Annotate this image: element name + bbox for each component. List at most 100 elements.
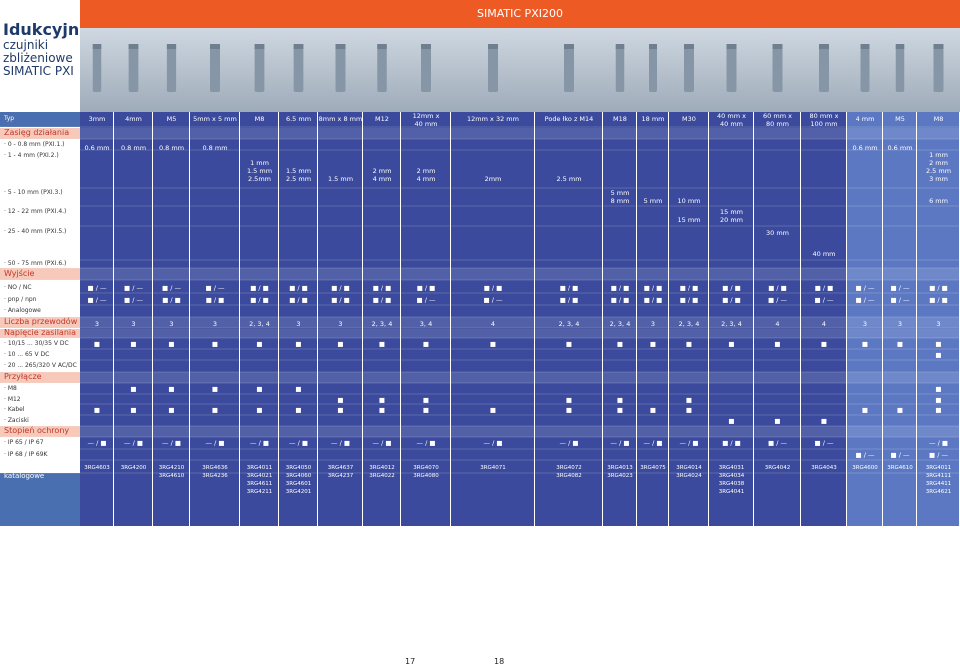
ip-mark: — / ■ (929, 439, 948, 447)
row-label-m8: · M8 (4, 385, 17, 392)
wire-count: 2, 3, 4 (679, 320, 700, 328)
row-label-stopien: Stopień ochrony (4, 426, 70, 435)
output-nonc: ■ / — (206, 284, 225, 292)
catalog-code: 3RG4610 (159, 473, 185, 479)
page-number-left: 17 (405, 657, 416, 666)
row-label-zasieg: Zasięg działania (4, 128, 70, 137)
row-label-przylacze: Przyłącze (4, 372, 42, 381)
catalog-code: 3RG4080 (413, 473, 439, 479)
connection-mark: ■ (897, 406, 903, 414)
range-value: 1.5 mm (247, 167, 272, 175)
catalog-code: 3RG4211 (247, 489, 273, 495)
output-nonc: ■ / ■ (484, 284, 503, 292)
wire-count: 3, 4 (420, 320, 432, 328)
output-pnp: ■ / — (815, 296, 834, 304)
catalog-code: 3RG4031 (719, 465, 745, 471)
catalog-code: 3RG4603 (84, 465, 110, 471)
column-type: 40 mm (414, 120, 437, 128)
output-pnp: ■ / ■ (289, 296, 308, 304)
ip-mark: ■ / — (768, 439, 787, 447)
column-type: M5 (167, 115, 177, 123)
connection-mark: ■ (337, 406, 343, 414)
catalog-code: 3RG4014 (676, 465, 702, 471)
row-label-kabel: · Kabel (4, 406, 25, 413)
voltage-mark: ■ (935, 351, 941, 359)
ip-mark: ■ / — (929, 451, 948, 459)
catalog-code: 3RG4621 (926, 489, 952, 495)
wire-count: 4 (491, 320, 495, 328)
row-label-analog: · Analogowe (4, 307, 41, 314)
wire-count: 2, 3, 4 (249, 320, 270, 328)
output-pnp: ■ / ■ (206, 296, 225, 304)
output-pnp: ■ / ■ (644, 296, 663, 304)
wire-count: 2, 3, 4 (610, 320, 631, 328)
column-type: 4 mm (856, 115, 875, 123)
catalog-code: 3RG4022 (369, 473, 395, 479)
sensor-image (92, 44, 102, 92)
column-type: 5mm x 5 mm (193, 115, 237, 123)
wire-count: 2, 3, 4 (721, 320, 742, 328)
output-pnp: ■ / — (891, 296, 910, 304)
range-value: 15 mm (677, 216, 700, 224)
sensor-image (166, 44, 177, 92)
range-value: 5 mm (611, 189, 630, 197)
wire-count: 3 (863, 320, 867, 328)
range-value: 4 mm (373, 175, 392, 183)
output-pnp: ■ / — (768, 296, 787, 304)
column-type: M8 (934, 115, 944, 123)
section-band (80, 426, 960, 437)
sensor-image (488, 44, 498, 92)
ip-mark: ■ / — (856, 451, 875, 459)
row-label-napiecie: Napięcie zasilania (4, 328, 77, 337)
catalog-code: 3RG4024 (676, 473, 702, 479)
column-type: 100 mm (810, 120, 837, 128)
column-type: M18 (613, 115, 627, 123)
section-band (80, 329, 960, 338)
output-pnp: ■ / — (417, 296, 436, 304)
output-nonc: ■ / ■ (768, 284, 787, 292)
output-pnp: ■ / ■ (722, 296, 741, 304)
range-value: 20 mm (720, 216, 743, 224)
range-value: 8 mm (611, 197, 630, 205)
voltage-mark: ■ (728, 340, 734, 348)
output-nonc: ■ / ■ (560, 284, 579, 292)
row-label-nonc: · NO / NC (4, 284, 32, 291)
catalog-code: 3RG4034 (719, 473, 745, 479)
range-value: 0.6 mm (84, 144, 109, 152)
column-type: 40 mm (720, 120, 743, 128)
sensor-image (615, 44, 625, 92)
range-value: 6 mm (929, 197, 948, 205)
catalog-code: 3RG4060 (286, 473, 312, 479)
catalog-code: 3RG4043 (811, 465, 837, 471)
range-value: 2 mm (929, 159, 948, 167)
connection-mark: ■ (379, 396, 385, 404)
connection-mark: ■ (728, 417, 734, 425)
range-value: 4 mm (417, 175, 436, 183)
catalog-code: 3RG4072 (556, 465, 582, 471)
row-label-pnpnpn: · pnp / npn (4, 296, 37, 303)
output-pnp: ■ / ■ (680, 296, 699, 304)
voltage-mark: ■ (168, 340, 174, 348)
wire-count: 4 (822, 320, 826, 328)
connection-mark: ■ (379, 406, 385, 414)
row-label-oznaczenie: Oznaczenie katalogowe (4, 464, 45, 480)
section-band (80, 128, 960, 139)
output-pnp: ■ / ■ (162, 296, 181, 304)
row-label-v3: · 20 ... 265/320 V AC/DC (4, 362, 77, 369)
catalog-code: 3RG4071 (480, 465, 506, 471)
connection-mark: ■ (295, 385, 301, 393)
voltage-mark: ■ (423, 340, 429, 348)
wire-count: 3 (169, 320, 173, 328)
connection-mark: ■ (490, 406, 496, 414)
column-type: M12 (375, 115, 389, 123)
range-value: 1 mm (250, 159, 269, 167)
catalog-code: 3RG4041 (719, 489, 745, 495)
row-label-typ: Typ (4, 115, 15, 122)
range-value: 2.5 mm (926, 167, 951, 175)
sensor-image (649, 44, 657, 92)
ip-mark: — / ■ (560, 439, 579, 447)
catalog-code: 3RG4011 (247, 465, 273, 471)
connection-mark: ■ (686, 396, 692, 404)
ip-mark: ■ / — (891, 451, 910, 459)
sensor-image (819, 44, 829, 92)
